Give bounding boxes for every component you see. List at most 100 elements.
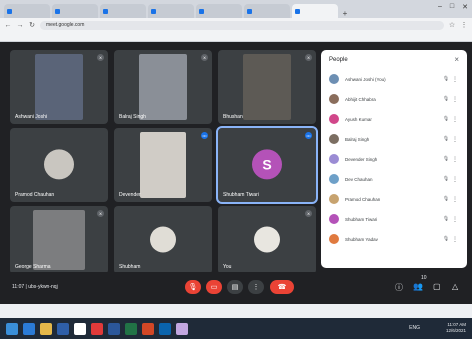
participant-tile[interactable]: ••• Devender (114, 128, 212, 202)
mic-icon[interactable]: 🎙 (441, 196, 451, 202)
people-icon[interactable]: 👥 (413, 282, 423, 291)
mic-icon[interactable]: 🎙 (441, 176, 451, 182)
more-options-icon[interactable]: ⋮ (451, 96, 459, 103)
participant-tile[interactable]: ⨯ You (218, 206, 316, 274)
mic-muted-icon: ⨯ (97, 210, 104, 217)
address-bar: ← → ↻ meet.google.com ☆ ⋮ (0, 18, 472, 32)
participant-avatar: S (252, 149, 282, 180)
participant-tile[interactable]: ⨯ Balraj Singh (114, 50, 212, 124)
people-list-item[interactable]: Balraj Singh 🎙 ⋮ (329, 132, 459, 146)
people-list-item[interactable]: Ashwani Joshi (You) 🎙 ⋮ (329, 72, 459, 86)
more-options-icon[interactable]: ⋮ (451, 196, 459, 203)
store-icon[interactable] (57, 322, 69, 335)
tray-clock[interactable]: 11:07 AM 12/6/2021 (446, 322, 466, 334)
people-list-item[interactable]: Dev Chauhan 🎙 ⋮ (329, 172, 459, 186)
camera-off-icon[interactable]: ▭ (206, 280, 222, 294)
reload-icon[interactable]: ↻ (28, 21, 36, 29)
minimize-icon[interactable]: – (438, 3, 442, 11)
participant-avatar (329, 94, 339, 104)
info-icon[interactable]: ⓘ (395, 282, 403, 293)
people-list-item[interactable]: Shubham Yadav 🎙 ⋮ (329, 232, 459, 246)
mic-icon[interactable]: 🎙 (441, 76, 451, 82)
participant-tile[interactable]: Shubham (114, 206, 212, 274)
participant-avatar (254, 226, 280, 253)
more-options-icon[interactable]: ⋮ (451, 176, 459, 183)
mic-muted-icon: ⨯ (201, 54, 208, 61)
mic-muted-icon: ⨯ (97, 54, 104, 61)
edge-icon[interactable] (23, 322, 35, 335)
participant-avatar (329, 234, 339, 244)
star-icon[interactable]: ☆ (448, 21, 456, 29)
browser-tab[interactable] (148, 4, 194, 18)
url-input[interactable]: meet.google.com (40, 20, 444, 30)
participant-video (243, 54, 291, 120)
people-list-item[interactable]: Devender Singh 🎙 ⋮ (329, 152, 459, 166)
excel-icon[interactable] (125, 322, 137, 335)
more-options-icon[interactable]: ⋮ (451, 236, 459, 243)
explorer-icon[interactable] (40, 322, 52, 335)
favicon-icon (199, 8, 204, 14)
word-icon[interactable] (108, 322, 120, 335)
browser-tab[interactable] (4, 4, 50, 18)
more-icon[interactable]: ⋮ (248, 280, 264, 294)
browser-tab-active[interactable] (292, 4, 338, 18)
mic-off-icon[interactable]: 🎙 (185, 280, 201, 294)
people-list-item[interactable]: Shubham Tiwari 🎙 ⋮ (329, 212, 459, 226)
favicon-icon (247, 8, 252, 14)
mic-muted-icon: ⨯ (305, 54, 312, 61)
browser-tab[interactable] (100, 4, 146, 18)
back-icon[interactable]: ← (4, 22, 12, 29)
opera-icon[interactable] (91, 322, 103, 335)
participant-tile-active-speaker[interactable]: S ••• Shubham Tiwari (216, 126, 318, 204)
participant-avatar (329, 154, 339, 164)
participant-avatar (329, 114, 339, 124)
chat-icon[interactable]: ▢ (433, 282, 441, 291)
participant-avatar (329, 194, 339, 204)
favicon-icon (103, 8, 108, 14)
browser-tab[interactable] (52, 4, 98, 18)
participant-tile[interactable]: Pramod Chauhan (10, 128, 108, 202)
participant-tile[interactable]: ⨯ George Sharma (10, 206, 108, 274)
paint-icon[interactable] (176, 322, 188, 335)
activities-icon[interactable]: △ (452, 282, 458, 291)
more-options-icon[interactable]: ⋮ (451, 156, 459, 163)
mic-icon[interactable]: 🎙 (441, 216, 451, 222)
people-list-item[interactable]: Abhijit Chhabra 🎙 ⋮ (329, 92, 459, 106)
close-window-icon[interactable]: ✕ (462, 3, 468, 11)
more-options-icon[interactable]: ⋮ (451, 216, 459, 223)
mic-icon[interactable]: 🎙 (441, 96, 451, 102)
participant-tile[interactable]: ⨯ Ashwani Joshi (10, 50, 108, 124)
menu-icon[interactable]: ⋮ (460, 21, 468, 29)
windows-icon[interactable] (6, 322, 18, 335)
chrome-icon[interactable] (74, 322, 86, 335)
forward-icon[interactable]: → (16, 22, 24, 29)
participant-name: Shubham Tiwari (345, 216, 378, 222)
participant-name: Ashwani Joshi (You) (345, 76, 386, 82)
tray-date: 12/6/2021 (445, 328, 466, 333)
mic-icon[interactable]: 🎙 (441, 156, 451, 162)
captions-icon[interactable]: ▤ (227, 280, 243, 294)
participant-name: You (223, 264, 232, 270)
browser-tab[interactable] (196, 4, 242, 18)
close-icon[interactable]: × (454, 55, 459, 64)
more-options-icon[interactable]: ⋮ (451, 116, 459, 123)
browser-tab[interactable] (244, 4, 290, 18)
people-list-item[interactable]: Pramod Chauhan 🎙 ⋮ (329, 192, 459, 206)
participant-name: Devender (119, 192, 141, 198)
new-tab-icon[interactable]: + (340, 9, 350, 18)
more-options-icon[interactable]: ⋮ (451, 136, 459, 143)
people-panel: People × Ashwani Joshi (You) 🎙 ⋮ Abhijit Ch… (321, 50, 467, 268)
end-call-icon[interactable]: ☎ (270, 280, 294, 294)
mic-icon[interactable]: 🎙 (441, 136, 451, 142)
participant-tile[interactable]: ⨯ Bhushan (218, 50, 316, 124)
mic-icon[interactable]: 🎙 (441, 116, 451, 122)
photos-icon[interactable] (159, 322, 171, 335)
more-options-icon[interactable]: ⋮ (451, 76, 459, 83)
participant-avatar (150, 226, 176, 253)
participant-name: Shubham (119, 264, 141, 270)
powerpoint-icon[interactable] (142, 322, 154, 335)
participant-avatar (44, 149, 74, 180)
mic-icon[interactable]: 🎙 (441, 236, 451, 242)
people-list-item[interactable]: Ayush Kumar 🎙 ⋮ (329, 112, 459, 126)
maximize-icon[interactable]: □ (450, 3, 454, 11)
